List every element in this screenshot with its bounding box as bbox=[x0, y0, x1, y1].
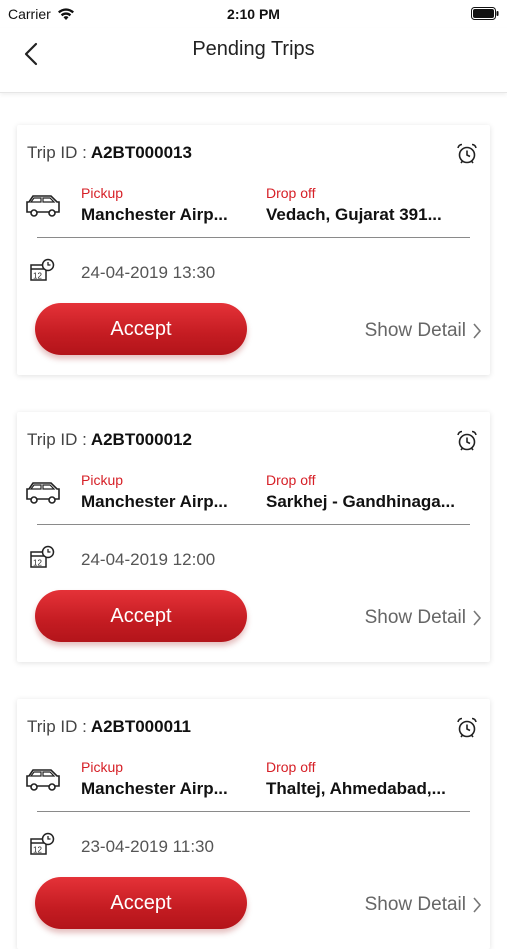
pickup-value: Manchester Airp... bbox=[81, 779, 228, 798]
show-detail-link[interactable]: Show Detail bbox=[365, 894, 482, 916]
trip-id: Trip ID : A2BT000011 bbox=[27, 717, 191, 737]
alarm-clock-icon[interactable] bbox=[456, 717, 478, 739]
trip-id-label: Trip ID : bbox=[27, 143, 87, 162]
battery-icon bbox=[471, 7, 499, 20]
svg-text:12: 12 bbox=[33, 846, 42, 855]
accept-button[interactable]: Accept bbox=[35, 303, 247, 355]
page-title: Pending Trips bbox=[192, 38, 315, 60]
dropoff-label: Drop off bbox=[266, 759, 316, 775]
show-detail-link[interactable]: Show Detail bbox=[365, 320, 482, 342]
dropoff-value: Sarkhej - Gandhinaga... bbox=[266, 492, 455, 511]
accept-button[interactable]: Accept bbox=[35, 877, 247, 929]
show-detail-label: Show Detail bbox=[364, 320, 466, 341]
trip-datetime: 24-04-2019 12:00 bbox=[81, 550, 216, 569]
nav-bar: Pending Trips bbox=[0, 28, 507, 93]
car-icon bbox=[26, 482, 60, 504]
dropoff-label: Drop off bbox=[266, 472, 316, 488]
trip-id: Trip ID : A2BT000012 bbox=[27, 430, 192, 450]
svg-text:12: 12 bbox=[33, 559, 42, 568]
trip-card: Trip ID : A2BT000013 Pickup Manchester Ai… bbox=[17, 125, 490, 375]
dropoff-label: Drop off bbox=[266, 185, 316, 201]
trip-id: Trip ID : A2BT000013 bbox=[27, 143, 192, 163]
calendar-clock-icon: 12 bbox=[30, 258, 55, 281]
status-time: 2:10 PM bbox=[227, 6, 280, 22]
svg-text:12: 12 bbox=[33, 272, 42, 281]
alarm-clock-icon[interactable] bbox=[456, 430, 478, 452]
pickup-label: Pickup bbox=[81, 472, 124, 488]
car-icon bbox=[26, 769, 60, 791]
divider bbox=[37, 237, 470, 238]
car-icon bbox=[26, 195, 60, 217]
show-detail-label: Show Detail bbox=[364, 894, 466, 915]
trip-id-label: Trip ID : bbox=[27, 717, 87, 736]
trip-id-value: A2BT000012 bbox=[90, 430, 192, 449]
trip-card: Trip ID : A2BT000011 Pickup Manchester Ai… bbox=[17, 699, 490, 949]
divider bbox=[37, 524, 470, 525]
trip-card: Trip ID : A2BT000012 Pickup Manchester Ai… bbox=[17, 412, 490, 662]
chevron-right-icon bbox=[473, 610, 482, 626]
trip-datetime: 23-04-2019 11:30 bbox=[81, 837, 214, 856]
trip-id-value: A2BT000011 bbox=[90, 717, 192, 736]
accept-button[interactable]: Accept bbox=[35, 590, 247, 642]
dropoff-value: Thaltej, Ahmedabad,... bbox=[266, 779, 446, 798]
alarm-clock-icon[interactable] bbox=[456, 143, 478, 165]
divider bbox=[37, 811, 470, 812]
pickup-label: Pickup bbox=[81, 759, 124, 775]
chevron-right-icon bbox=[473, 897, 482, 913]
dropoff-value: Vedach, Gujarat 391... bbox=[266, 205, 442, 224]
pickup-value: Manchester Airp... bbox=[81, 205, 228, 224]
show-detail-link[interactable]: Show Detail bbox=[365, 607, 482, 629]
status-bar: Carrier 2:10 PM bbox=[0, 0, 507, 28]
pickup-value: Manchester Airp... bbox=[81, 492, 228, 511]
chevron-right-icon bbox=[473, 323, 482, 339]
trip-datetime: 24-04-2019 13:30 bbox=[81, 263, 216, 282]
trip-id-value: A2BT000013 bbox=[90, 143, 192, 162]
pickup-label: Pickup bbox=[81, 185, 124, 201]
trip-id-label: Trip ID : bbox=[27, 430, 87, 449]
calendar-clock-icon: 12 bbox=[30, 545, 55, 568]
show-detail-label: Show Detail bbox=[364, 607, 466, 628]
calendar-clock-icon: 12 bbox=[30, 832, 55, 855]
